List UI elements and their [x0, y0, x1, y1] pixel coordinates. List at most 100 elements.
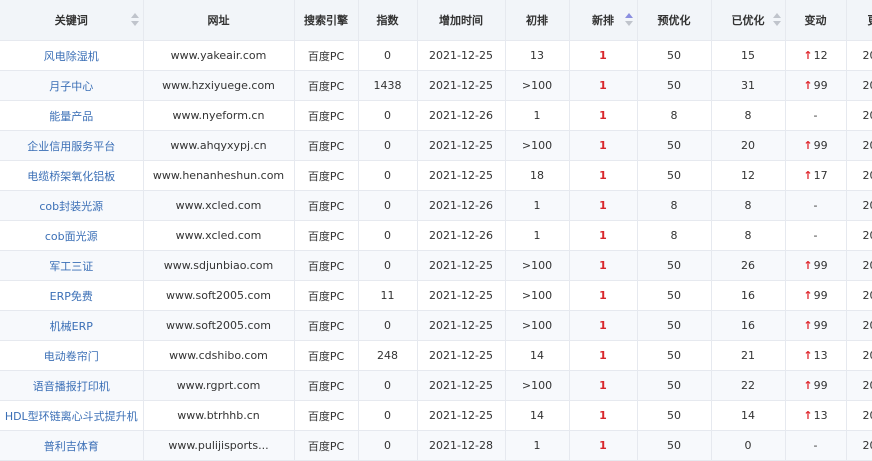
first-rank-cell-text: >100	[522, 289, 552, 302]
engine-cell: 百度PC	[294, 221, 358, 251]
change-cell: -	[785, 221, 846, 251]
keyword-cell-text[interactable]: 语音播报打印机	[33, 380, 110, 393]
first-rank-cell-text: >100	[522, 319, 552, 332]
updated-cell: 202	[846, 221, 872, 251]
keyword-cell[interactable]: cob面光源	[0, 221, 143, 251]
keyword-cell-text[interactable]: cob面光源	[45, 230, 98, 243]
updated-cell: 202	[846, 71, 872, 101]
engine-cell-text: 百度PC	[308, 380, 344, 393]
url-cell: www.nyeform.cn	[143, 101, 294, 131]
change-cell: ↑99	[785, 71, 846, 101]
keyword-cell[interactable]: cob封装光源	[0, 191, 143, 221]
table-row: 语音播报打印机www.rgprt.com百度PC02021-12-25>1001…	[0, 371, 872, 401]
keyword-cell-text[interactable]: 电动卷帘门	[44, 350, 99, 363]
new-rank-cell: 1	[569, 401, 637, 431]
keyword-cell[interactable]: 风电除湿机	[0, 41, 143, 71]
arrow-up-icon: ↑	[803, 259, 812, 272]
new-rank-cell: 1	[569, 251, 637, 281]
keyword-cell-text[interactable]: 军工三证	[49, 260, 93, 273]
column-header-new-rank[interactable]: 新排	[569, 0, 637, 41]
first-rank-cell-text: 1	[534, 199, 541, 212]
url-cell-text: www.xcled.com	[176, 229, 262, 242]
optimized-cell-text: 15	[741, 49, 755, 62]
url-cell-text: www.sdjunbiao.com	[164, 259, 274, 272]
column-header-engine: 搜索引擎	[294, 0, 358, 41]
change-cell-text: 99	[814, 319, 828, 332]
sort-icon[interactable]	[625, 13, 631, 27]
keyword-cell-text[interactable]: 风电除湿机	[44, 50, 99, 63]
keyword-cell-text[interactable]: 企业信用服务平台	[27, 140, 115, 153]
date-cell-text: 2021-12-25	[429, 259, 493, 272]
keyword-cell[interactable]: 军工三证	[0, 251, 143, 281]
keyword-cell[interactable]: 普利吉体育	[0, 431, 143, 461]
keyword-cell-text[interactable]: 能量产品	[49, 110, 93, 123]
column-header-keyword[interactable]: 关键词	[0, 0, 143, 41]
index-cell-text: 0	[384, 49, 391, 62]
date-cell: 2021-12-25	[417, 371, 505, 401]
first-rank-cell-text: 1	[534, 109, 541, 122]
index-cell: 0	[358, 101, 417, 131]
url-cell-text: www.hzxiyuege.com	[162, 79, 275, 92]
arrow-up-icon: ↑	[803, 409, 812, 422]
keyword-cell-text[interactable]: ERP免费	[50, 290, 93, 303]
engine-cell-text: 百度PC	[308, 260, 344, 273]
url-cell: www.soft2005.com	[143, 311, 294, 341]
updated-cell-text: 202	[863, 379, 872, 392]
keyword-cell[interactable]: 电动卷帘门	[0, 341, 143, 371]
change-cell-text: 13	[814, 409, 828, 422]
keyword-cell-text[interactable]: cob封装光源	[39, 200, 103, 213]
new-rank-cell-text: 1	[599, 139, 607, 152]
change-cell: ↑99	[785, 251, 846, 281]
new-rank-cell: 1	[569, 311, 637, 341]
change-cell: -	[785, 191, 846, 221]
pre-optimize-cell: 50	[637, 371, 711, 401]
date-cell: 2021-12-26	[417, 191, 505, 221]
index-cell: 0	[358, 371, 417, 401]
updated-cell: 202	[846, 161, 872, 191]
new-rank-cell: 1	[569, 281, 637, 311]
column-header-optimized[interactable]: 已优化	[711, 0, 785, 41]
sort-icon[interactable]	[773, 13, 779, 27]
url-cell: www.hzxiyuege.com	[143, 71, 294, 101]
engine-cell-text: 百度PC	[308, 80, 344, 93]
new-rank-cell: 1	[569, 161, 637, 191]
keyword-cell[interactable]: 机械ERP	[0, 311, 143, 341]
optimized-cell: 22	[711, 371, 785, 401]
updated-cell: 202	[846, 281, 872, 311]
date-cell: 2021-12-25	[417, 161, 505, 191]
keyword-cell[interactable]: ERP免费	[0, 281, 143, 311]
keyword-cell[interactable]: 能量产品	[0, 101, 143, 131]
updated-cell-text: 202	[863, 49, 872, 62]
keyword-cell-text[interactable]: 机械ERP	[50, 320, 93, 333]
keyword-cell-text[interactable]: 月子中心	[49, 80, 93, 93]
header-row: 关键词 网址 搜索引擎 指数 增加时间 初排 新排 预优化 已优化 变动 更	[0, 0, 872, 41]
keyword-cell-text[interactable]: 普利吉体育	[44, 440, 99, 453]
pre-optimize-cell-text: 8	[671, 199, 678, 212]
new-rank-cell-text: 1	[599, 49, 607, 62]
index-cell-text: 0	[384, 169, 391, 182]
index-cell: 248	[358, 341, 417, 371]
keyword-cell[interactable]: 电缆桥架氧化铝板	[0, 161, 143, 191]
keyword-cell[interactable]: HDL型环链离心斗式提升机	[0, 401, 143, 431]
sort-icon[interactable]	[131, 13, 137, 27]
engine-cell-text: 百度PC	[308, 50, 344, 63]
keyword-cell[interactable]: 企业信用服务平台	[0, 131, 143, 161]
engine-cell: 百度PC	[294, 401, 358, 431]
change-cell: ↑13	[785, 341, 846, 371]
index-cell: 0	[358, 431, 417, 461]
change-cell: ↑17	[785, 161, 846, 191]
engine-cell: 百度PC	[294, 101, 358, 131]
change-cell-text: 99	[814, 139, 828, 152]
new-rank-cell-text: 1	[599, 259, 607, 272]
pre-optimize-cell-text: 50	[667, 49, 681, 62]
keyword-cell-text[interactable]: HDL型环链离心斗式提升机	[5, 410, 138, 423]
table-row: cob封装光源www.xcled.com百度PC02021-12-261188-…	[0, 191, 872, 221]
keyword-cell-text[interactable]: 电缆桥架氧化铝板	[27, 170, 115, 183]
keyword-cell[interactable]: 月子中心	[0, 71, 143, 101]
keyword-cell[interactable]: 语音播报打印机	[0, 371, 143, 401]
table-row: 军工三证www.sdjunbiao.com百度PC02021-12-25>100…	[0, 251, 872, 281]
first-rank-cell-text: 18	[530, 169, 544, 182]
engine-cell: 百度PC	[294, 161, 358, 191]
url-cell: www.rgprt.com	[143, 371, 294, 401]
updated-cell-text: 202	[863, 169, 872, 182]
